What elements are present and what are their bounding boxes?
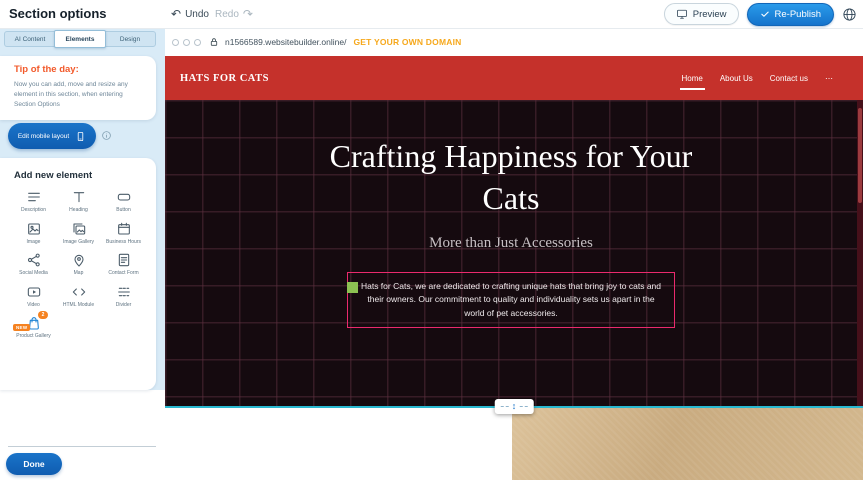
element-image-gallery[interactable]: Image Gallery (56, 221, 101, 246)
window-dot (194, 39, 201, 46)
element-grid: Description Heading Button (0, 181, 156, 340)
scrollbar-thumb[interactable] (858, 108, 862, 203)
element-heading[interactable]: Heading (56, 189, 101, 214)
topbar-actions: Preview Re-Publish (664, 0, 857, 28)
image-gallery-icon (71, 221, 87, 237)
element-html-module[interactable]: HTML Module (56, 284, 101, 309)
scrollbar-track[interactable] (857, 100, 863, 406)
tip-card: Tip of the day: Now you can add, move an… (0, 56, 156, 120)
badge-count: 2 (38, 311, 48, 319)
hero-heading[interactable]: Crafting Happiness for Your Cats (311, 136, 711, 219)
contact-form-icon (116, 252, 132, 268)
app: Section options ↶ Undo Redo ↷ Preview (0, 0, 863, 480)
dash-decoration (519, 406, 527, 407)
new-badge: NEW (13, 324, 30, 331)
nav-contact-us[interactable]: Contact us (770, 74, 808, 83)
element-video[interactable]: Video (11, 284, 56, 309)
done-button[interactable]: Done (6, 453, 62, 475)
hero-section: Crafting Happiness for Your Cats More th… (165, 100, 857, 406)
code-icon (71, 284, 87, 300)
sidebar: AI Content Elements Design Tip of the da… (0, 28, 165, 480)
site-header: HATS FOR CATS Home About Us Contact us ⋯ (165, 56, 863, 100)
tip-body: Now you can add, move and resize any ele… (14, 80, 142, 110)
undo-icon: ↶ (171, 8, 181, 20)
element-description[interactable]: Description (11, 189, 56, 214)
image-icon (26, 221, 42, 237)
redo-label: Redo (215, 9, 239, 20)
globe-icon[interactable] (842, 7, 857, 22)
resize-arrows-icon: ↕ (512, 402, 517, 411)
undo-label: Undo (185, 9, 209, 20)
page-title: Section options (9, 6, 107, 21)
dash-decoration (501, 406, 509, 407)
divider-icon (116, 284, 132, 300)
next-section-image[interactable] (512, 408, 863, 480)
nav-more-icon[interactable]: ⋯ (825, 74, 833, 83)
social-media-icon (26, 252, 42, 268)
add-element-heading: Add new element (0, 158, 156, 181)
main-area: n1566589.websitebuilder.online/ GET YOUR… (165, 28, 863, 480)
tab-design[interactable]: Design (105, 32, 155, 46)
site-preview: HATS FOR CATS Home About Us Contact us ⋯… (165, 56, 863, 480)
drag-handle[interactable] (347, 282, 358, 293)
site-logo[interactable]: HATS FOR CATS (180, 56, 269, 100)
hero-textbox[interactable]: Hats for Cats, we are dedicated to craft… (347, 272, 675, 328)
element-divider[interactable]: Divider (101, 284, 146, 309)
element-map[interactable]: Map (56, 252, 101, 277)
window-dots (172, 39, 201, 46)
tab-ai-content[interactable]: AI Content (5, 32, 55, 46)
sidebar-divider (8, 446, 156, 447)
edit-mobile-layout-button[interactable]: Edit mobile layout (8, 123, 96, 149)
map-pin-icon (71, 252, 87, 268)
info-icon[interactable] (101, 130, 112, 141)
undo-button[interactable]: ↶ Undo (171, 0, 209, 28)
edit-mobile-label: Edit mobile layout (18, 133, 69, 140)
button-icon (116, 189, 132, 205)
preview-label: Preview (693, 9, 727, 20)
topbar: Section options ↶ Undo Redo ↷ Preview (0, 0, 863, 29)
redo-button[interactable]: Redo ↷ (215, 0, 253, 28)
preview-button[interactable]: Preview (664, 3, 739, 25)
nav-home[interactable]: Home (682, 74, 703, 83)
monitor-icon (676, 8, 688, 20)
element-image[interactable]: Image (11, 221, 56, 246)
phone-icon (75, 131, 86, 142)
sidebar-tabs: AI Content Elements Design (4, 31, 156, 47)
window-dot (172, 39, 179, 46)
video-icon (26, 284, 42, 300)
heading-icon (71, 189, 87, 205)
element-product-gallery[interactable]: 2 NEW Product Gallery (11, 315, 56, 340)
element-button[interactable]: Button (101, 189, 146, 214)
republish-button[interactable]: Re-Publish (747, 3, 834, 26)
element-contact-form[interactable]: Contact Form (101, 252, 146, 277)
get-domain-link[interactable]: GET YOUR OWN DOMAIN (353, 37, 461, 47)
hero-subheading[interactable]: More than Just Accessories (165, 235, 857, 252)
lock-icon (209, 37, 219, 47)
section-resize-handle[interactable]: ↕ (495, 399, 534, 414)
browser-bar: n1566589.websitebuilder.online/ GET YOUR… (165, 28, 863, 57)
element-social-media[interactable]: Social Media (11, 252, 56, 277)
nav-about-us[interactable]: About Us (720, 74, 753, 83)
element-business-hours[interactable]: Business Hours (101, 221, 146, 246)
site-url: n1566589.websitebuilder.online/ (225, 37, 346, 47)
redo-icon: ↷ (243, 8, 253, 20)
window-dot (183, 39, 190, 46)
next-section (165, 408, 863, 480)
tab-elements[interactable]: Elements (54, 30, 106, 48)
site-nav: Home About Us Contact us ⋯ (682, 56, 834, 100)
description-icon (26, 189, 42, 205)
business-hours-icon (116, 221, 132, 237)
hero-body-text: Hats for Cats, we are dedicated to craft… (358, 280, 664, 320)
check-icon (760, 9, 770, 19)
add-element-panel: Add new element Description Heading (0, 158, 156, 390)
tip-heading: Tip of the day: (14, 64, 142, 75)
republish-label: Re-Publish (775, 9, 821, 20)
